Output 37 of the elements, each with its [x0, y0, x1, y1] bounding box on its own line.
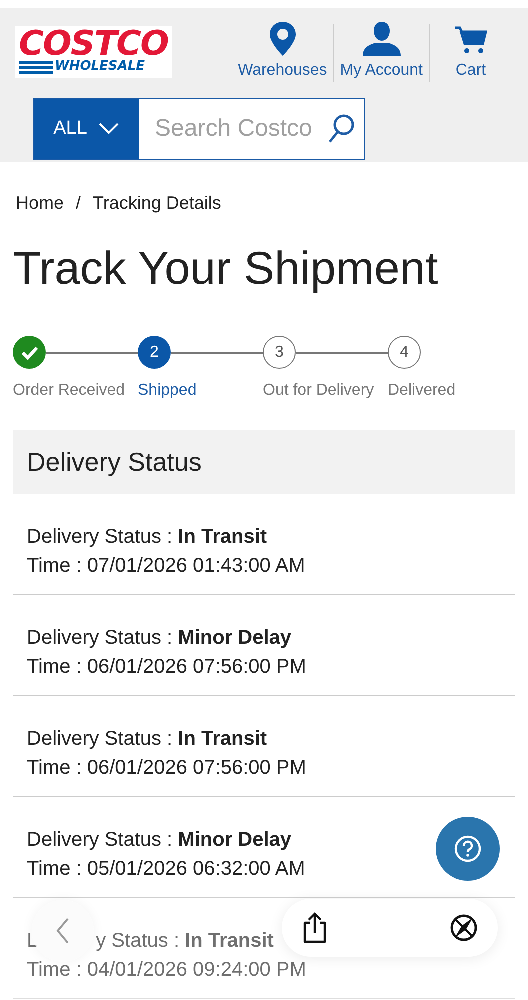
time-line: Time : 06/01/2026 07:56:00 PM: [27, 656, 306, 679]
breadcrumb-separator: /: [76, 193, 82, 214]
location-pin-icon: [270, 22, 296, 56]
share-button[interactable]: [302, 912, 328, 944]
step-marker: 3: [263, 336, 296, 369]
chevron-left-icon: [56, 918, 70, 944]
status-line: y Status : In Transit: [96, 930, 274, 953]
status-line: Delivery Status : In Transit: [27, 728, 268, 751]
share-icon: [302, 912, 328, 944]
step-label: Order Received: [13, 382, 126, 400]
time-line: Time : 04/01/2026 09:24:00 PM: [27, 959, 306, 982]
breadcrumb-link[interactable]: Home: [16, 193, 64, 214]
breadcrumb-link[interactable]: Tracking Details: [93, 193, 222, 214]
checkmark-icon: [20, 346, 38, 360]
step-label: Shipped: [138, 382, 197, 400]
nav-link[interactable]: Cart: [430, 22, 512, 80]
step-marker: 4: [388, 336, 421, 369]
person-icon: [362, 22, 401, 56]
section-heading: Delivery Status: [13, 430, 515, 494]
time-line: Time : 06/01/2026 07:56:00 PM: [27, 757, 306, 780]
nav-link[interactable]: Warehouses: [232, 22, 334, 80]
time-line: Time : 05/01/2026 06:32:00 AM: [27, 858, 306, 881]
page-title: Track Your Shipment: [13, 241, 440, 296]
stripes-icon: [19, 60, 53, 74]
compass-icon: [450, 914, 478, 942]
costco-logo[interactable]: COSTCO WHOLESALE: [15, 26, 172, 78]
status-line: Delivery Status : In Transit: [27, 526, 268, 549]
compass-button[interactable]: [450, 914, 478, 942]
status-line: L: [27, 930, 38, 953]
status-line: Delivery Status : Minor Delay: [27, 627, 292, 650]
step-marker: 2: [138, 336, 171, 369]
step-label: Delivered: [388, 382, 456, 400]
step-label: Out for Delivery: [263, 382, 374, 400]
time-line: Time : 07/01/2026 01:43:00 AM: [27, 555, 306, 578]
nav-link[interactable]: My Account: [334, 22, 429, 80]
question-icon: [454, 835, 482, 863]
status-line: Delivery Status : Minor Delay: [27, 829, 292, 852]
